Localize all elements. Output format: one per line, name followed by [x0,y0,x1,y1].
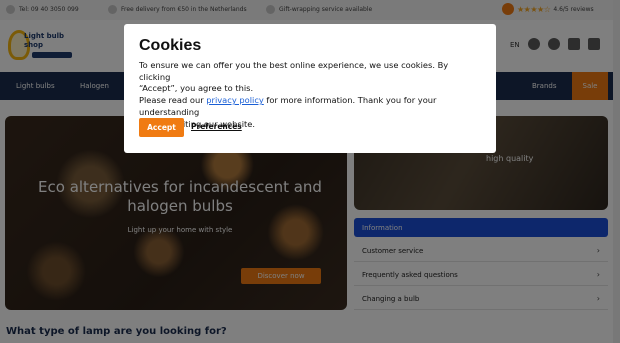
cookie-text-line: “Accept”, you agree to this. [139,83,254,94]
cookie-consent-dialog: Cookies To ensure we can offer you the b… [124,24,496,153]
cookie-text-line: To ensure we can offer you the best onli… [139,60,449,82]
accept-cookies-button[interactable]: Accept [139,118,184,137]
cookie-dialog-title: Cookies [139,37,202,54]
cookie-text-segment: Please read our [139,95,207,106]
cookie-text-line-privacy: Please read our privacy policy for more … [139,95,481,118]
privacy-policy-link[interactable]: privacy policy [206,95,264,105]
cookie-preferences-link[interactable]: Preferences [191,122,242,131]
cookie-dialog-body: To ensure we can offer you the best onli… [139,60,481,130]
